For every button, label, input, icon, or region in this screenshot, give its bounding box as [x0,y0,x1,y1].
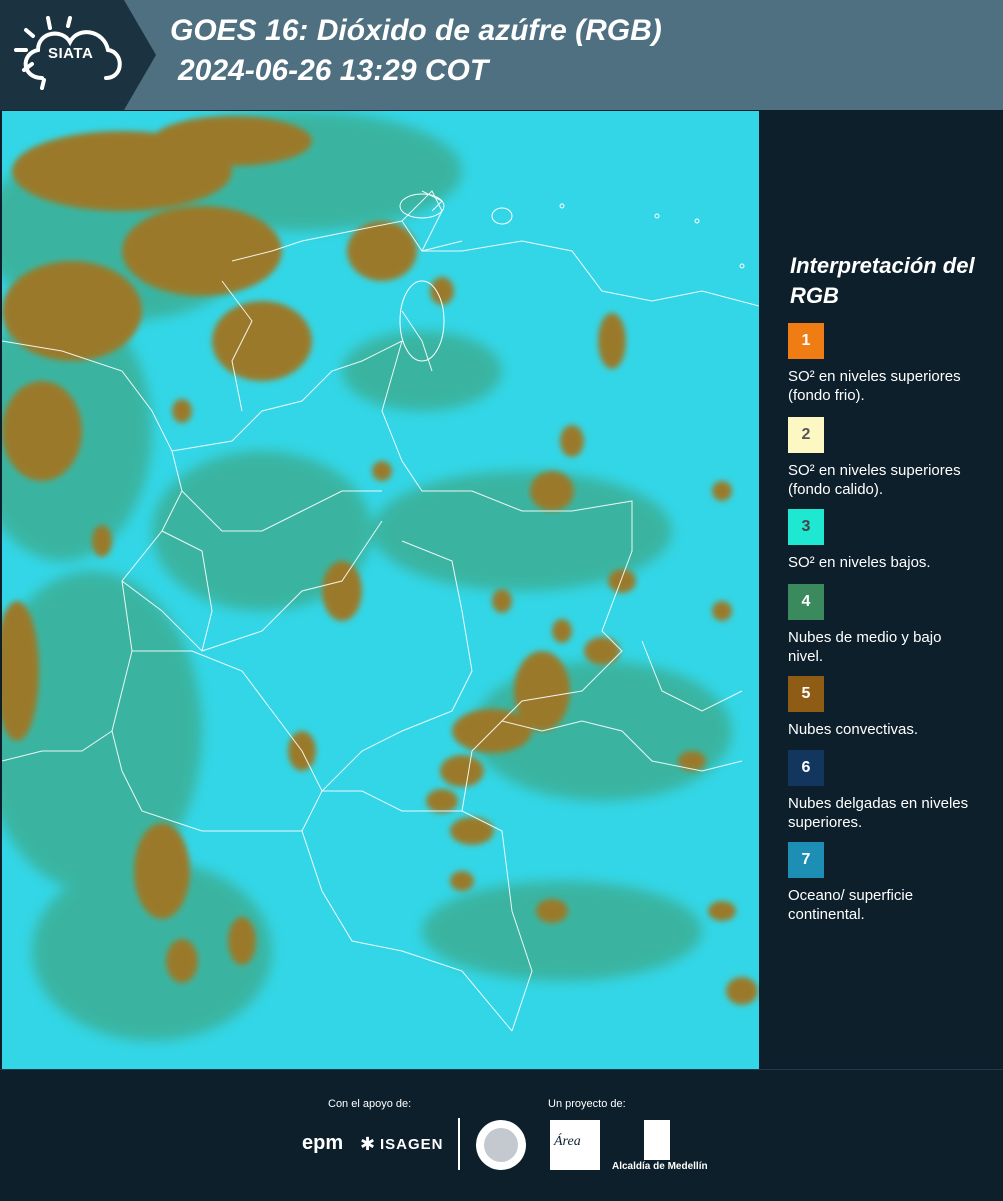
legend-label-2: SO² en niveles superiores (fondo calido)… [788,462,961,498]
legend-label-6: Nubes delgadas en niveles superiores. [788,795,969,831]
footer-divider [458,1118,460,1170]
satellite-image [2,111,759,1069]
isagen-icon: ✱ [360,1134,376,1154]
area-metropolitana-logo: Área [550,1120,600,1170]
legend-label-3: SO² en niveles bajos. [788,554,931,571]
legend-swatch-4: 4 [788,584,824,620]
legend-item-2: 2 SO² en niveles superiores (fondo calid… [788,417,988,499]
legend-item-3: 3 SO² en niveles bajos. [788,509,988,572]
area-logo-text: Área [554,1134,581,1149]
legend-swatch-7: 7 [788,842,824,878]
legend-number-6: 6 [801,759,811,776]
legend-item-5: 5 Nubes convectivas. [788,676,988,739]
alcaldia-label: Alcaldía de Medellín [612,1161,708,1172]
legend-label-1: SO² en niveles superiores (fondo frio). [788,368,961,404]
page-title: GOES 16: Dióxido de azúfre (RGB) [170,14,662,47]
epm-logo: epm [302,1132,344,1154]
legend-number-1: 1 [801,332,811,349]
footer: Con el apoyo de: Un proyecto de: epm ✱ I… [0,1069,1003,1201]
siata-logo: SIATA [0,0,156,110]
isagen-logo: ISAGEN [380,1136,444,1153]
satellite-map[interactable] [2,111,759,1069]
legend-swatch-2: 2 [788,417,824,453]
legend-swatch-3: 3 [788,509,824,545]
legend-label-4: Nubes de medio y bajo nivel. [788,629,942,665]
legend-number-2: 2 [801,426,811,443]
support-label: Con el apoyo de: [328,1098,412,1110]
legend-item-6: 6 Nubes delgadas en niveles superiores. [788,750,988,832]
legend-label-7: Oceano/ superficie continental. [788,887,914,923]
legend-number-3: 3 [801,518,811,535]
medellin-seal-icon [476,1120,526,1170]
header-bar: SIATA GOES 16: Dióxido de azúfre (RGB) 2… [0,0,1003,110]
logo-text: SIATA [48,45,94,62]
legend-number-5: 5 [801,685,811,702]
legend-title: Interpretación del RGB [790,253,975,308]
page-timestamp: 2024-06-26 13:29 COT [178,54,489,87]
legend-item-7: 7 Oceano/ superficie continental. [788,842,988,924]
legend-number-7: 7 [801,851,811,868]
legend-item-4: 4 Nubes de medio y bajo nivel. [788,584,988,666]
legend-swatch-5: 5 [788,676,824,712]
legend-swatch-6: 6 [788,750,824,786]
legend-label-5: Nubes convectivas. [788,721,919,738]
project-label: Un proyecto de: [548,1098,626,1110]
legend-number-4: 4 [801,593,811,610]
legend-item-1: 1 SO² en niveles superiores (fondo frio)… [788,323,988,405]
legend-swatch-1: 1 [788,323,824,359]
alcaldia-shield-icon [644,1120,670,1160]
legend-panel: Interpretación del RGB 1 SO² en niveles … [760,111,1003,1069]
